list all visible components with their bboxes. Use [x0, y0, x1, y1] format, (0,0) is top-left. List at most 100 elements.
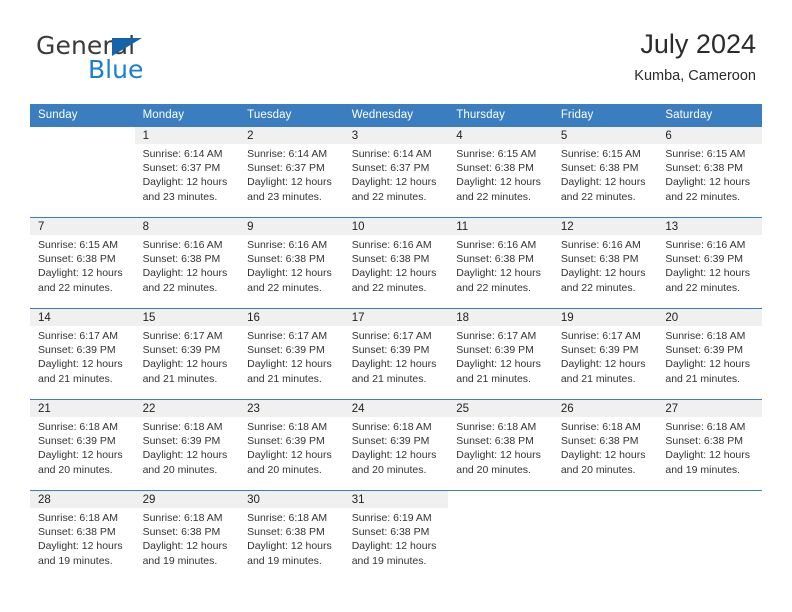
sunrise-text: Sunrise: 6:17 AM	[456, 330, 537, 342]
sunset-text: Sunset: 6:38 PM	[142, 526, 221, 539]
sunset-text: Sunset: 6:38 PM	[38, 253, 116, 266]
sunrise-text: Sunrise: 6:14 AM	[142, 148, 223, 160]
page-title: July 2024	[640, 29, 756, 59]
daylight-text-line1: Daylight: 12 hours	[247, 449, 332, 462]
sunset-text: Sunset: 6:37 PM	[247, 162, 325, 175]
daylight-text-line2: and 22 minutes.	[456, 281, 531, 294]
day-cell[interactable]: 4 Sunrise: 6:15 AM Sunset: 6:38 PM Dayli…	[448, 127, 553, 218]
sunset-text: Sunset: 6:39 PM	[665, 253, 744, 266]
day-cell[interactable]: 3 Sunrise: 6:14 AM Sunset: 6:37 PM Dayli…	[343, 127, 449, 218]
day-number: 15	[134, 309, 240, 326]
daylight-text-line2: and 21 minutes.	[456, 372, 531, 385]
day-number: 20	[657, 309, 762, 326]
daylight-text-line2: and 22 minutes.	[560, 281, 636, 294]
sunrise-text: Sunrise: 6:16 AM	[456, 239, 537, 251]
day-cell[interactable]: 7 Sunrise: 6:15 AM Sunset: 6:38 PM Dayli…	[30, 217, 135, 309]
day-cell[interactable]: 17 Sunrise: 6:17 AM Sunset: 6:39 PM Dayl…	[343, 308, 449, 400]
daylight-text-line1: Daylight: 12 hours	[560, 449, 646, 462]
general-blue-logo[interactable]: General Blue	[36, 33, 236, 89]
day-details: Sunrise: 6:14 AM Sunset: 6:37 PM Dayligh…	[239, 144, 344, 204]
day-details: Sunrise: 6:16 AM Sunset: 6:38 PM Dayligh…	[448, 235, 553, 295]
day-cell[interactable]: 6 Sunrise: 6:15 AM Sunset: 6:38 PM Dayli…	[657, 127, 762, 218]
day-cell[interactable]: 20 Sunrise: 6:18 AM Sunset: 6:39 PM Dayl…	[657, 308, 762, 400]
day-cell[interactable]: 2 Sunrise: 6:14 AM Sunset: 6:37 PM Dayli…	[239, 127, 344, 218]
daylight-text-line2: and 19 minutes.	[665, 463, 741, 476]
weekday-header-friday: Friday	[552, 104, 658, 127]
day-details: Sunrise: 6:16 AM Sunset: 6:38 PM Dayligh…	[553, 235, 658, 295]
day-cell[interactable]: 8 Sunrise: 6:16 AM Sunset: 6:38 PM Dayli…	[134, 217, 240, 309]
day-cell-inner: 8 Sunrise: 6:16 AM Sunset: 6:38 PM Dayli…	[134, 218, 240, 308]
day-cell-inner: 21 Sunrise: 6:18 AM Sunset: 6:39 PM Dayl…	[30, 400, 135, 490]
sunset-text: Sunset: 6:39 PM	[247, 435, 325, 448]
day-cell[interactable]: 11 Sunrise: 6:16 AM Sunset: 6:38 PM Dayl…	[448, 217, 553, 309]
sunset-text: Sunset: 6:39 PM	[142, 344, 221, 357]
day-details: Sunrise: 6:14 AM Sunset: 6:37 PM Dayligh…	[344, 144, 449, 204]
day-cell-inner: 3 Sunrise: 6:14 AM Sunset: 6:37 PM Dayli…	[343, 127, 449, 217]
day-cell-inner: 12 Sunrise: 6:16 AM Sunset: 6:38 PM Dayl…	[552, 218, 658, 308]
sunrise-text: Sunrise: 6:16 AM	[142, 239, 223, 251]
day-details: Sunrise: 6:17 AM Sunset: 6:39 PM Dayligh…	[30, 326, 135, 386]
day-cell[interactable]: 26 Sunrise: 6:18 AM Sunset: 6:38 PM Dayl…	[552, 399, 658, 491]
day-cell[interactable]: 21 Sunrise: 6:18 AM Sunset: 6:39 PM Dayl…	[30, 399, 135, 491]
day-cell-inner: 29 Sunrise: 6:18 AM Sunset: 6:38 PM Dayl…	[134, 491, 240, 581]
day-cell[interactable]	[30, 127, 135, 218]
sunrise-text: Sunrise: 6:18 AM	[247, 421, 328, 433]
week-row: 14 Sunrise: 6:17 AM Sunset: 6:39 PM Dayl…	[30, 308, 762, 400]
day-cell[interactable]: 29 Sunrise: 6:18 AM Sunset: 6:38 PM Dayl…	[134, 490, 240, 581]
day-number: 13	[657, 218, 762, 235]
daylight-text-line2: and 21 minutes.	[142, 372, 218, 385]
day-cell[interactable]: 12 Sunrise: 6:16 AM Sunset: 6:38 PM Dayl…	[552, 217, 658, 309]
calendar-table: Sunday Monday Tuesday Wednesday Thursday…	[30, 104, 762, 581]
day-number: 30	[239, 491, 344, 508]
day-cell[interactable]	[552, 490, 658, 581]
day-cell-inner: 5 Sunrise: 6:15 AM Sunset: 6:38 PM Dayli…	[552, 127, 658, 217]
day-cell[interactable]: 18 Sunrise: 6:17 AM Sunset: 6:39 PM Dayl…	[448, 308, 553, 400]
day-cell-inner: 10 Sunrise: 6:16 AM Sunset: 6:38 PM Dayl…	[343, 218, 449, 308]
daylight-text-line2: and 22 minutes.	[247, 281, 322, 294]
day-details: Sunrise: 6:16 AM Sunset: 6:38 PM Dayligh…	[344, 235, 449, 295]
day-cell[interactable]: 10 Sunrise: 6:16 AM Sunset: 6:38 PM Dayl…	[343, 217, 449, 309]
day-cell[interactable]	[657, 490, 762, 581]
day-cell[interactable]: 15 Sunrise: 6:17 AM Sunset: 6:39 PM Dayl…	[134, 308, 240, 400]
day-number: 31	[343, 491, 449, 508]
day-cell[interactable]: 9 Sunrise: 6:16 AM Sunset: 6:38 PM Dayli…	[239, 217, 344, 309]
day-cell[interactable]: 25 Sunrise: 6:18 AM Sunset: 6:38 PM Dayl…	[448, 399, 553, 491]
day-number: 24	[343, 400, 449, 417]
day-cell-inner: 28 Sunrise: 6:18 AM Sunset: 6:38 PM Dayl…	[30, 491, 135, 581]
day-number: 26	[552, 400, 658, 417]
day-cell[interactable]: 5 Sunrise: 6:15 AM Sunset: 6:38 PM Dayli…	[552, 127, 658, 218]
day-details: Sunrise: 6:18 AM Sunset: 6:38 PM Dayligh…	[30, 508, 135, 568]
sunrise-text: Sunrise: 6:14 AM	[351, 148, 432, 160]
weekday-header-saturday: Saturday	[657, 104, 762, 127]
logo-text-blue: Blue	[88, 55, 144, 84]
sunset-text: Sunset: 6:38 PM	[665, 435, 744, 448]
day-cell[interactable]: 23 Sunrise: 6:18 AM Sunset: 6:39 PM Dayl…	[239, 399, 344, 491]
day-cell[interactable]: 24 Sunrise: 6:18 AM Sunset: 6:39 PM Dayl…	[343, 399, 449, 491]
sunset-text: Sunset: 6:39 PM	[351, 344, 430, 357]
day-cell[interactable]: 30 Sunrise: 6:18 AM Sunset: 6:38 PM Dayl…	[239, 490, 344, 581]
day-cell[interactable]: 19 Sunrise: 6:17 AM Sunset: 6:39 PM Dayl…	[552, 308, 658, 400]
sunset-text: Sunset: 6:38 PM	[38, 526, 116, 539]
daylight-text-line1: Daylight: 12 hours	[456, 449, 541, 462]
weekday-header-thursday: Thursday	[448, 104, 553, 127]
day-cell[interactable]: 13 Sunrise: 6:16 AM Sunset: 6:39 PM Dayl…	[657, 217, 762, 309]
daylight-text-line1: Daylight: 12 hours	[38, 540, 123, 553]
week-row: 1 Sunrise: 6:14 AM Sunset: 6:37 PM Dayli…	[30, 127, 762, 218]
sunrise-text: Sunrise: 6:15 AM	[38, 239, 118, 251]
day-cell[interactable]: 31 Sunrise: 6:19 AM Sunset: 6:38 PM Dayl…	[343, 490, 449, 581]
day-cell[interactable]	[448, 490, 553, 581]
day-details: Sunrise: 6:15 AM Sunset: 6:38 PM Dayligh…	[448, 144, 553, 204]
day-cell[interactable]: 22 Sunrise: 6:18 AM Sunset: 6:39 PM Dayl…	[134, 399, 240, 491]
day-cell[interactable]: 27 Sunrise: 6:18 AM Sunset: 6:38 PM Dayl…	[657, 399, 762, 491]
day-cell[interactable]: 28 Sunrise: 6:18 AM Sunset: 6:38 PM Dayl…	[30, 490, 135, 581]
sunrise-text: Sunrise: 6:19 AM	[351, 512, 432, 524]
daylight-text-line2: and 20 minutes.	[351, 463, 427, 476]
day-cell[interactable]: 14 Sunrise: 6:17 AM Sunset: 6:39 PM Dayl…	[30, 308, 135, 400]
day-number: 17	[343, 309, 449, 326]
day-details: Sunrise: 6:17 AM Sunset: 6:39 PM Dayligh…	[239, 326, 344, 386]
day-number: 25	[448, 400, 553, 417]
day-number: 2	[239, 127, 344, 144]
day-cell[interactable]: 16 Sunrise: 6:17 AM Sunset: 6:39 PM Dayl…	[239, 308, 344, 400]
sunrise-text: Sunrise: 6:18 AM	[560, 421, 641, 433]
day-cell[interactable]: 1 Sunrise: 6:14 AM Sunset: 6:37 PM Dayli…	[134, 127, 240, 218]
